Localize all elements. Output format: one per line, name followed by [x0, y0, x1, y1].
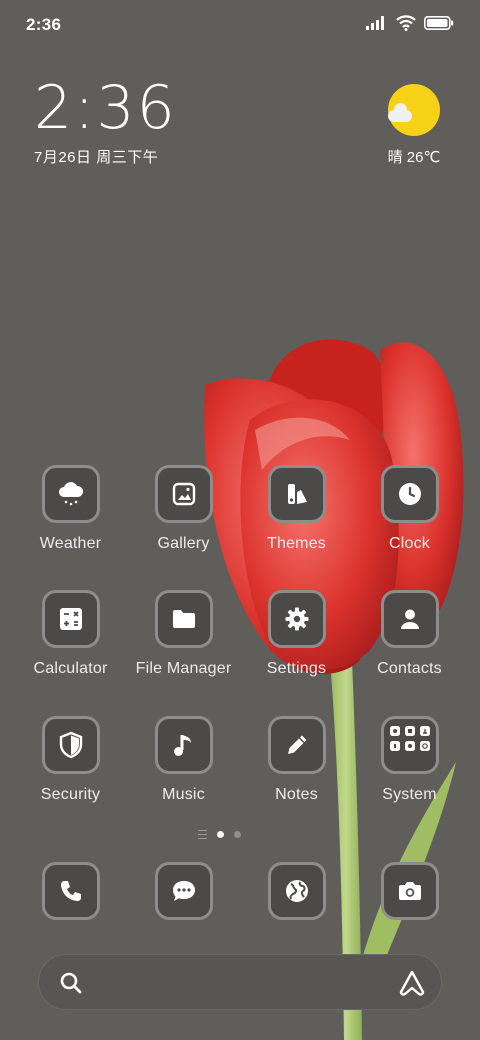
camera-icon — [398, 882, 421, 900]
weather-widget[interactable]: 晴 26℃ — [384, 84, 444, 167]
app-label: Security — [40, 786, 101, 803]
app-calculator[interactable]: Calculator — [14, 590, 127, 678]
app-weather[interactable]: Weather — [14, 465, 127, 553]
status-bar: 2:36 — [0, 0, 480, 50]
assistant-icon[interactable] — [397, 968, 427, 998]
themes-icon — [287, 484, 307, 504]
app-label: Notes — [275, 786, 318, 803]
app-label: Settings — [266, 660, 327, 677]
folder-grid-icon — [389, 726, 430, 751]
dock-phone[interactable] — [14, 862, 127, 920]
calculator-icon — [59, 608, 82, 630]
pencil-icon — [287, 735, 306, 754]
gear-icon — [285, 607, 308, 631]
app-label: Contacts — [377, 660, 442, 677]
app-label: Clock — [388, 535, 430, 552]
dock-messages[interactable] — [127, 862, 240, 920]
search-bar[interactable] — [38, 954, 442, 1010]
clock-widget-date: 7月26日 周三下午 — [34, 149, 159, 166]
message-icon — [172, 881, 195, 901]
music-note-icon — [173, 735, 191, 756]
page-dot-2[interactable] — [234, 831, 241, 838]
dock-browser[interactable] — [240, 862, 353, 920]
app-system-folder[interactable]: System — [353, 716, 466, 804]
status-icons — [366, 15, 454, 31]
clock-icon — [398, 483, 421, 505]
search-icon[interactable] — [59, 971, 83, 995]
app-label: Weather — [39, 535, 102, 552]
battery-icon — [424, 16, 454, 30]
wifi-icon — [396, 15, 416, 31]
shield-icon — [59, 731, 82, 759]
dock-camera[interactable] — [353, 862, 466, 920]
app-notes[interactable]: Notes — [240, 716, 353, 804]
app-music[interactable]: Music — [127, 716, 240, 804]
app-security[interactable]: Security — [14, 716, 127, 804]
weather-icon — [58, 482, 83, 506]
app-themes[interactable]: Themes — [240, 465, 353, 553]
app-label: Themes — [267, 535, 326, 552]
page-indicator[interactable] — [198, 830, 241, 839]
menu-lines-icon — [198, 830, 207, 839]
status-time: 2:36 — [26, 15, 62, 34]
app-gallery[interactable]: Gallery — [127, 465, 240, 553]
app-label: Gallery — [157, 535, 210, 552]
signal-icon — [366, 16, 384, 30]
app-label: Calculator — [33, 660, 108, 677]
contact-icon — [400, 609, 419, 629]
clock-widget[interactable]: 2:36 7月26日 周三下午 — [34, 76, 177, 167]
browser-globe-icon — [285, 880, 308, 902]
weather-widget-text: 晴 26℃ — [387, 149, 441, 166]
app-settings[interactable]: Settings — [240, 590, 353, 678]
clock-widget-time: 2:36 — [34, 73, 177, 143]
app-label: Music — [162, 786, 205, 803]
app-file-manager[interactable]: File Manager — [127, 590, 240, 678]
app-label: System — [382, 786, 437, 803]
app-label: File Manager — [135, 660, 232, 677]
app-clock[interactable]: Clock — [353, 465, 466, 553]
gallery-icon — [172, 482, 195, 506]
page-dot-1[interactable] — [217, 831, 224, 838]
app-contacts[interactable]: Contacts — [353, 590, 466, 678]
sun-cloud-icon — [388, 84, 440, 136]
folder-icon — [172, 610, 195, 628]
phone-icon — [60, 881, 81, 901]
